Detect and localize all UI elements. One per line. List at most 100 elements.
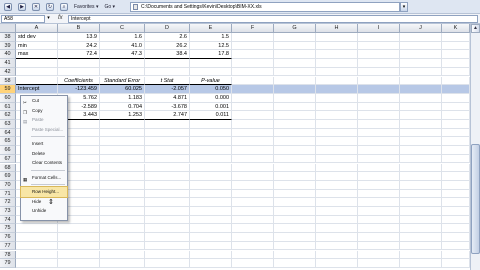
row-header-79[interactable]: 79 (0, 259, 16, 268)
cell-j64[interactable] (400, 128, 442, 138)
cell-f62[interactable] (232, 111, 274, 120)
cell-k64[interactable] (442, 128, 470, 138)
cell-f58[interactable] (232, 76, 274, 86)
cell-i76[interactable] (358, 233, 400, 242)
row-header-40[interactable]: 40 (0, 50, 16, 60)
cell-c62[interactable]: 1.253 (100, 111, 145, 120)
cell-g59[interactable] (274, 85, 316, 94)
cell-a38[interactable]: std dev (16, 33, 58, 42)
cell-j62[interactable] (400, 111, 442, 120)
cell-f69[interactable] (232, 172, 274, 181)
menu-item-insert[interactable]: Insert (21, 139, 67, 149)
cell-a42[interactable] (16, 67, 58, 77)
cell-j73[interactable] (400, 207, 442, 216)
cell-i39[interactable] (358, 41, 400, 51)
row-header-75[interactable]: 75 (0, 224, 16, 234)
cell-h74[interactable] (316, 215, 358, 225)
cell-c40[interactable]: 47.3 (100, 50, 145, 60)
column-header-f[interactable]: F (232, 24, 274, 33)
cell-i68[interactable] (358, 163, 400, 173)
cell-j61[interactable] (400, 102, 442, 112)
cell-e71[interactable] (190, 189, 232, 199)
cell-k73[interactable] (442, 207, 470, 216)
cell-e61[interactable]: 0.001 (190, 102, 232, 112)
cell-c77[interactable] (100, 241, 145, 251)
cell-c64[interactable] (100, 128, 145, 138)
cell-c74[interactable] (100, 215, 145, 225)
cell-b40[interactable]: 72.4 (58, 50, 100, 60)
cell-d77[interactable] (145, 241, 190, 251)
cell-c72[interactable] (100, 198, 145, 207)
cell-d39[interactable]: 26.2 (145, 41, 190, 51)
cell-b78[interactable] (58, 250, 100, 260)
row-header-58[interactable]: 58 (0, 76, 16, 86)
cell-g62[interactable] (274, 111, 316, 120)
cell-k72[interactable] (442, 198, 470, 207)
cell-i77[interactable] (358, 241, 400, 251)
cell-d78[interactable] (145, 250, 190, 260)
cell-b75[interactable] (58, 224, 100, 234)
scroll-up-button[interactable]: ▲ (471, 24, 480, 33)
cell-i64[interactable] (358, 128, 400, 138)
cell-j42[interactable] (400, 67, 442, 77)
cell-h60[interactable] (316, 93, 358, 103)
fx-icon[interactable]: fx (58, 15, 63, 21)
row-header-59[interactable]: 59 (0, 85, 16, 94)
cell-e65[interactable] (190, 137, 232, 147)
cell-d40[interactable]: 38.4 (145, 50, 190, 60)
cell-b38[interactable]: 13.9 (58, 33, 100, 42)
cell-c76[interactable] (100, 233, 145, 242)
menu-item-format-cells[interactable]: ▦ Format Cells... (21, 173, 67, 183)
cell-c68[interactable] (100, 163, 145, 173)
cell-g79[interactable] (274, 259, 316, 268)
cell-k66[interactable] (442, 146, 470, 155)
search-web-button[interactable]: ⌕ (58, 2, 70, 12)
menu-item-row-height[interactable]: Row Height... (20, 186, 68, 198)
cell-g73[interactable] (274, 207, 316, 216)
cell-j78[interactable] (400, 250, 442, 260)
cell-g64[interactable] (274, 128, 316, 138)
stop-button[interactable]: ✕ (30, 2, 42, 12)
cell-h58[interactable] (316, 76, 358, 86)
cell-f66[interactable] (232, 146, 274, 155)
cell-f71[interactable] (232, 189, 274, 199)
menu-item-hide[interactable]: Hide (21, 197, 67, 207)
cell-i74[interactable] (358, 215, 400, 225)
column-header-h[interactable]: H (316, 24, 358, 33)
cell-i63[interactable] (358, 120, 400, 129)
cell-e74[interactable] (190, 215, 232, 225)
name-box-dropdown[interactable]: ▾ (45, 15, 52, 23)
cell-i71[interactable] (358, 189, 400, 199)
cell-h64[interactable] (316, 128, 358, 138)
cell-d38[interactable]: 2.6 (145, 33, 190, 42)
cell-h71[interactable] (316, 189, 358, 199)
select-all-corner[interactable] (0, 24, 16, 33)
column-header-a[interactable]: A (16, 24, 58, 33)
cell-h73[interactable] (316, 207, 358, 216)
cell-k79[interactable] (442, 259, 470, 268)
cell-f42[interactable] (232, 67, 274, 77)
cell-h77[interactable] (316, 241, 358, 251)
cell-k60[interactable] (442, 93, 470, 103)
cell-d60[interactable]: 4.871 (145, 93, 190, 103)
cell-d72[interactable] (145, 198, 190, 207)
cell-k75[interactable] (442, 224, 470, 234)
cell-a76[interactable] (16, 233, 58, 242)
cell-i69[interactable] (358, 172, 400, 181)
cell-c42[interactable] (100, 67, 145, 77)
cell-i38[interactable] (358, 33, 400, 42)
cell-h61[interactable] (316, 102, 358, 112)
cell-e70[interactable] (190, 180, 232, 190)
cell-g66[interactable] (274, 146, 316, 155)
cell-c70[interactable] (100, 180, 145, 190)
row-header-42[interactable]: 42 (0, 67, 16, 77)
cell-h59[interactable] (316, 85, 358, 94)
row-header-60[interactable]: 60 (0, 93, 16, 103)
row-header-71[interactable]: 71 (0, 189, 16, 199)
cell-f64[interactable] (232, 128, 274, 138)
cell-a40[interactable]: max (16, 50, 58, 60)
column-header-g[interactable]: G (274, 24, 316, 33)
cell-k63[interactable] (442, 120, 470, 129)
vertical-scrollbar[interactable]: ▲ (470, 24, 480, 270)
row-header-38[interactable]: 38 (0, 33, 16, 42)
